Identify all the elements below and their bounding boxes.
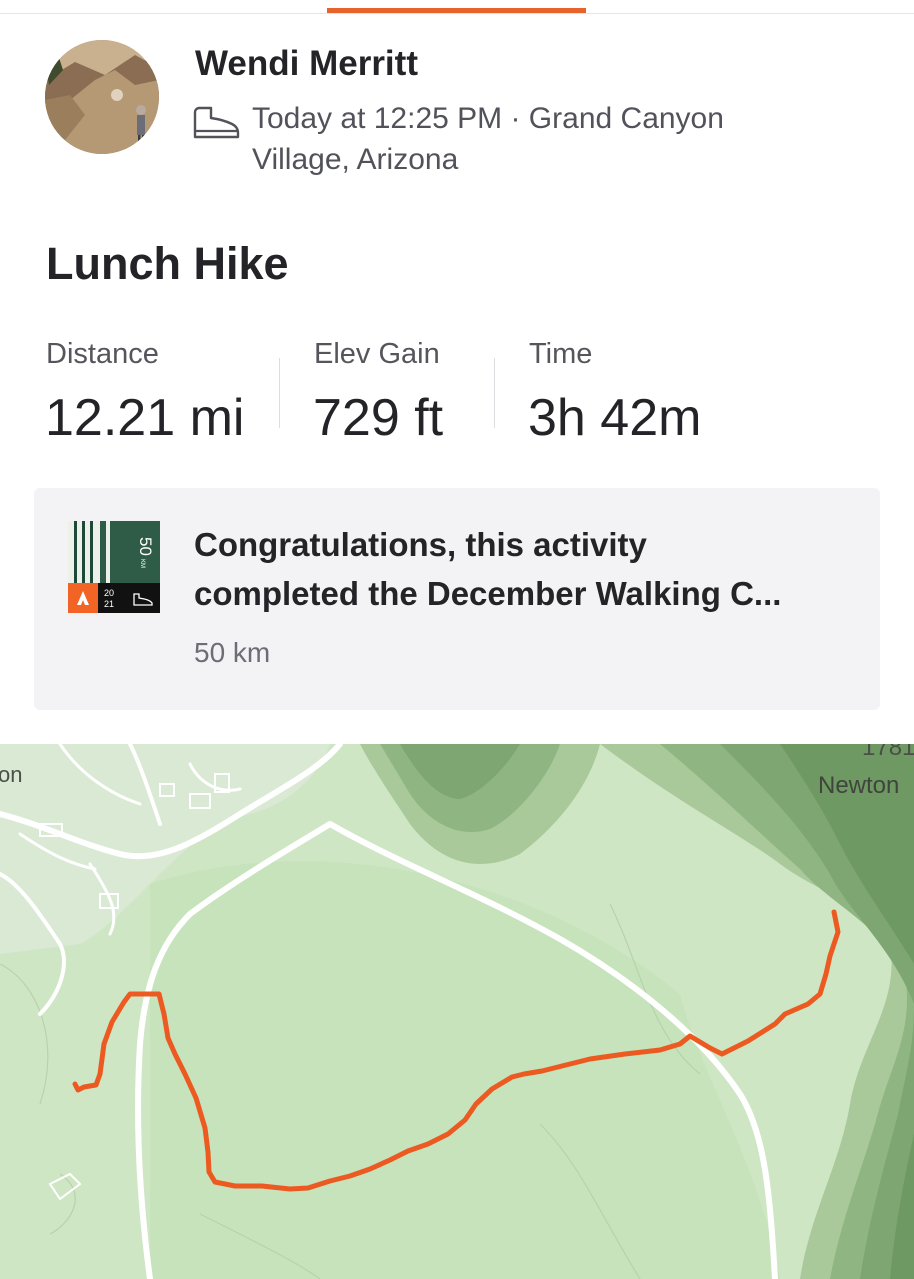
badge-unit-text: KM [139,559,145,568]
map-place-newton-label: Newton [818,772,900,799]
map-place-label: on [0,762,23,787]
challenge-achievement-card[interactable]: 50 KM 20 21 Congratulations, this activi… [34,488,880,710]
achievement-message-line2: completed the December Walking C... [194,575,782,612]
activity-title[interactable]: Lunch Hike [46,238,289,290]
stat-divider [494,358,495,428]
badge-year-top: 20 [104,588,114,598]
hiking-shoe-icon [193,106,240,139]
route-map[interactable]: on 1781 Newton [0,744,914,1279]
achievement-subtitle: 50 km [194,637,271,668]
challenge-badge-icon: 50 KM 20 21 [68,521,160,613]
badge-year-bottom: 21 [104,599,114,609]
stat-divider [279,358,280,428]
stat-time-label: Time [529,338,593,370]
map-elevation-label: 1781 [862,744,914,761]
top-divider [0,13,914,14]
activity-location-continued: Village, Arizona [252,143,459,176]
stat-distance-label: Distance [46,338,159,370]
stat-elev-gain-label: Elev Gain [314,338,440,370]
stat-time-value: 3h 42m [528,389,702,447]
achievement-message-line1: Congratulations, this activity [194,526,647,563]
stat-elev-gain-value: 729 ft [313,389,444,447]
avatar[interactable] [45,40,159,154]
stat-distance-value: 12.21 mi [45,389,245,447]
badge-distance-text: 50 [136,537,155,556]
athlete-name[interactable]: Wendi Merritt [195,44,418,84]
activity-date-location: Today at 12:25 PM · Grand Canyon [252,102,724,135]
